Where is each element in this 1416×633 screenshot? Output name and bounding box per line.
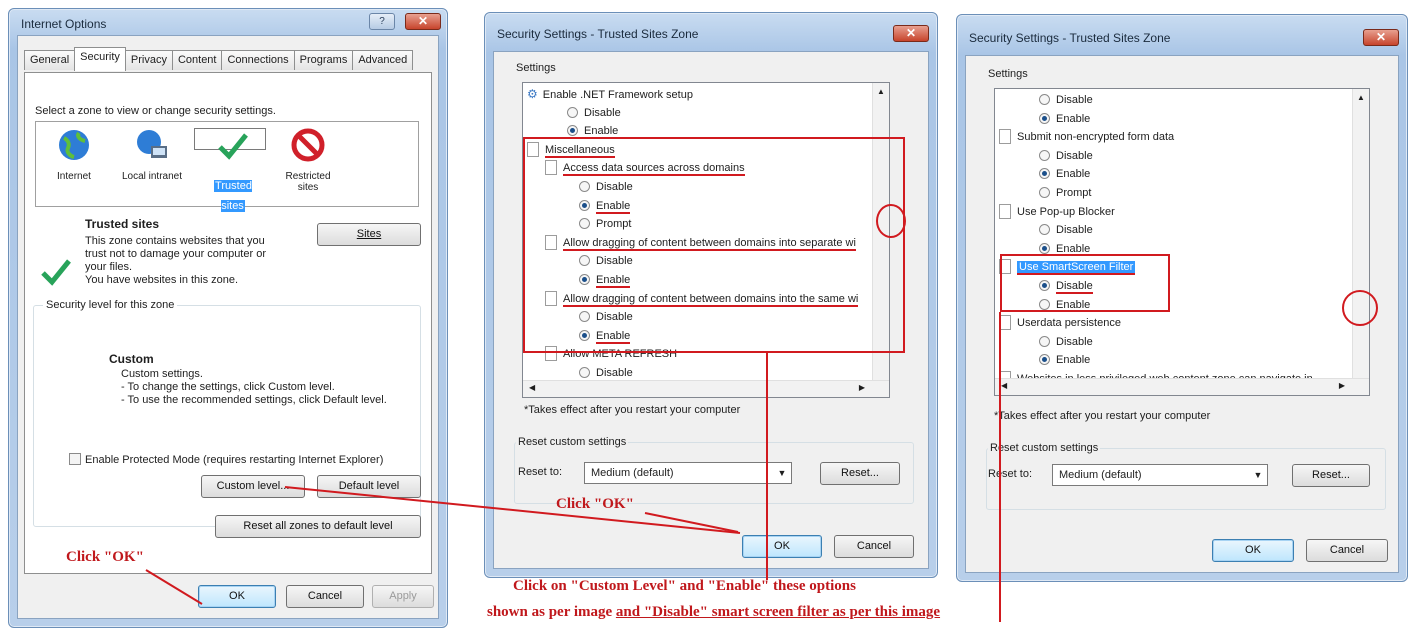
instruction-line-1: Click on "Custom Level" and "Enable" the…: [513, 578, 856, 594]
instruction-line-2: shown as per image and "Disable" smart s…: [487, 604, 941, 620]
tab-security[interactable]: Security: [74, 47, 126, 71]
click-ok-annotation-1: Click "OK": [66, 549, 144, 565]
arrow-lines: [145, 486, 741, 605]
click-ok-annotation-2: Click "OK": [556, 496, 634, 512]
